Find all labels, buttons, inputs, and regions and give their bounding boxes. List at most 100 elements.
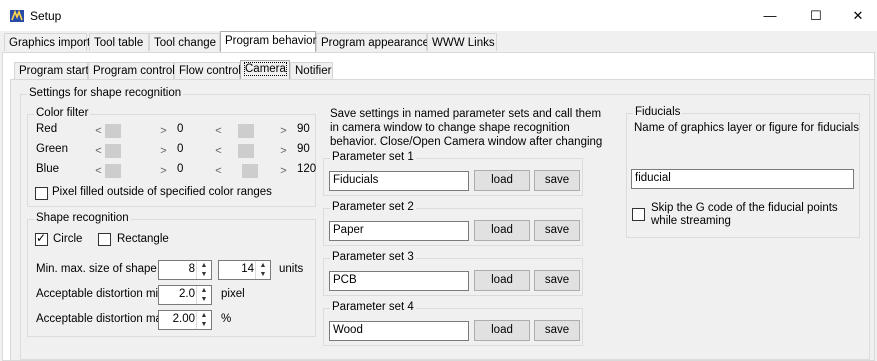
save-button-1[interactable]: save — [534, 170, 580, 191]
tab-tool-table[interactable]: Tool table — [89, 33, 149, 51]
parameter-set-name-input-4[interactable]: Wood — [329, 321, 469, 341]
slider-thumb[interactable] — [105, 144, 121, 158]
save-button-2[interactable]: save — [534, 220, 580, 241]
load-button-3[interactable]: load — [474, 270, 530, 291]
minimize-icon: — — [763, 8, 777, 23]
color-min-slider-2[interactable]: < > — [92, 164, 170, 178]
slider-track[interactable] — [105, 144, 157, 158]
tab-flow-control[interactable]: Flow control — [174, 62, 241, 79]
color-min-value-1: 0 — [177, 143, 184, 155]
load-button-1[interactable]: load — [474, 170, 530, 191]
tab-notifier[interactable]: Notifier — [290, 62, 333, 79]
scroll-left-icon[interactable]: < — [212, 145, 225, 157]
scroll-right-icon[interactable]: > — [157, 145, 170, 157]
slider-thumb[interactable] — [237, 144, 254, 158]
scroll-right-icon[interactable]: > — [157, 165, 170, 177]
scroll-left-icon[interactable]: < — [92, 165, 105, 177]
title-bar: Setup — ☐ ✕ — [0, 0, 877, 31]
scroll-right-icon[interactable]: > — [277, 125, 290, 137]
minimize-button[interactable]: — — [747, 0, 793, 31]
slider-track[interactable] — [105, 164, 157, 178]
distortion-min-value: 2.0 — [179, 288, 195, 300]
load-button-2[interactable]: load — [474, 220, 530, 241]
distortion-max-label: Acceptable distortion max. — [36, 313, 171, 325]
maximize-button[interactable]: ☐ — [793, 0, 839, 31]
close-button[interactable]: ✕ — [839, 0, 877, 31]
slider-thumb[interactable] — [241, 164, 258, 178]
fiducials-description: Name of graphics layer or figure for fid… — [634, 122, 859, 134]
slider-thumb[interactable] — [105, 164, 121, 178]
parameter-set-name-input-1[interactable]: Fiducials — [329, 171, 469, 191]
spin-down-icon[interactable]: ▼ — [197, 320, 211, 329]
maximize-icon: ☐ — [810, 7, 822, 23]
slider-track[interactable] — [105, 124, 157, 138]
color-min-slider-0[interactable]: < > — [92, 124, 170, 138]
color-filter-title: Color filter — [34, 107, 91, 119]
color-label-2: Blue — [36, 163, 60, 175]
settings-group-title: Settings for shape recognition — [27, 87, 184, 99]
scroll-left-icon[interactable]: < — [92, 125, 105, 137]
color-min-slider-1[interactable]: < > — [92, 144, 170, 158]
color-label-0: Red — [36, 123, 58, 135]
slider-track[interactable] — [225, 124, 277, 138]
tab-program-appearance[interactable]: Program appearance — [316, 33, 429, 51]
tab-camera[interactable]: Camera — [240, 60, 290, 79]
size-label: Min. max. size of shape — [36, 263, 157, 275]
distortion-min-label: Acceptable distortion min. — [36, 288, 168, 300]
spin-down-icon[interactable]: ▼ — [256, 270, 270, 279]
size-min-value: 8 — [188, 263, 195, 275]
parameter-set-name-input-2[interactable]: Paper — [329, 221, 469, 241]
size-max-value: 14 — [241, 263, 254, 275]
app-icon — [10, 9, 24, 22]
slider-track[interactable] — [225, 144, 277, 158]
scroll-right-icon[interactable]: > — [277, 165, 290, 177]
scroll-left-icon[interactable]: < — [212, 165, 225, 177]
save-button-3[interactable]: save — [534, 270, 580, 291]
fiducials-layer-input[interactable]: fiducial — [631, 169, 854, 189]
parameter-set-title: Parameter set 1 — [330, 151, 416, 163]
save-button-4[interactable]: save — [534, 320, 580, 341]
parameter-set-name-input-3[interactable]: PCB — [329, 271, 469, 291]
skip-fiducial-label-line2: while streaming — [651, 215, 731, 227]
spin-down-icon[interactable]: ▼ — [197, 295, 211, 304]
spin-down-icon[interactable]: ▼ — [197, 270, 211, 279]
slider-track[interactable] — [225, 164, 277, 178]
spin-up-icon[interactable]: ▲ — [197, 261, 211, 270]
tab-program-start[interactable]: Program start — [14, 62, 89, 79]
size-min-spinner[interactable]: 8 ▲ ▼ — [158, 260, 212, 280]
scroll-left-icon[interactable]: < — [212, 125, 225, 137]
tab-program-behavior[interactable]: Program behavior — [220, 31, 316, 52]
color-max-slider-0[interactable]: < > — [212, 124, 290, 138]
color-min-value-0: 0 — [177, 123, 184, 135]
color-max-value-1: 90 — [297, 143, 310, 155]
distortion-min-spinner[interactable]: 2.0 ▲ ▼ — [158, 285, 212, 305]
color-max-slider-2[interactable]: < > — [212, 164, 290, 178]
distortion-min-unit: pixel — [221, 288, 245, 300]
window-title: Setup — [30, 9, 62, 23]
tab-program-control[interactable]: Program control — [88, 62, 175, 79]
close-icon: ✕ — [852, 7, 864, 23]
size-max-spinner[interactable]: 14 ▲ ▼ — [218, 260, 271, 280]
rectangle-checkbox[interactable] — [98, 233, 111, 246]
scroll-right-icon[interactable]: > — [277, 145, 290, 157]
spin-up-icon[interactable]: ▲ — [197, 286, 211, 295]
load-button-4[interactable]: load — [474, 320, 530, 341]
slider-thumb[interactable] — [237, 124, 254, 138]
shape-recognition-title: Shape recognition — [34, 212, 131, 224]
circle-checkbox[interactable] — [35, 231, 48, 246]
spin-up-icon[interactable]: ▲ — [256, 261, 270, 270]
color-max-slider-1[interactable]: < > — [212, 144, 290, 158]
skip-fiducial-gcode-checkbox[interactable] — [632, 208, 645, 221]
slider-thumb[interactable] — [105, 124, 121, 138]
distortion-max-value: 2.00 — [172, 313, 195, 325]
tab-www-links[interactable]: WWW Links — [427, 33, 497, 51]
outside-range-checkbox[interactable] — [35, 187, 48, 200]
tab-tool-change[interactable]: Tool change — [149, 33, 220, 51]
tab-graphics-import[interactable]: Graphics import — [4, 33, 90, 51]
scroll-left-icon[interactable]: < — [92, 145, 105, 157]
spin-up-icon[interactable]: ▲ — [197, 311, 211, 320]
outside-range-label: Pixel filled outside of specified color … — [52, 186, 272, 198]
distortion-max-spinner[interactable]: 2.00 ▲ ▼ — [158, 310, 212, 330]
scroll-right-icon[interactable]: > — [157, 125, 170, 137]
parameter-set-title: Parameter set 4 — [330, 301, 416, 313]
